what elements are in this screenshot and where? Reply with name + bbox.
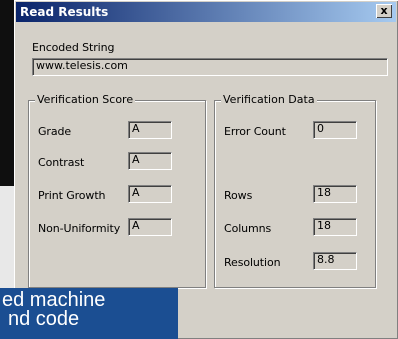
banner-line-1: ed machine — [2, 289, 106, 311]
error-count-field[interactable]: 0 — [313, 121, 357, 139]
dialog-title: Read Results — [20, 5, 109, 19]
verification-data-legend: Verification Data — [221, 93, 317, 106]
caption-banner: ed machine nd code — [0, 288, 178, 339]
banner-line-2: nd code — [8, 308, 80, 330]
rows-label: Rows — [224, 189, 253, 202]
grade-label: Grade — [38, 125, 72, 138]
non-uniformity-label: Non-Uniformity — [38, 222, 121, 235]
contrast-label: Contrast — [38, 156, 85, 169]
error-count-label: Error Count — [224, 125, 286, 138]
grade-field[interactable]: A — [128, 121, 172, 139]
title-bar[interactable]: Read Results x — [16, 2, 396, 22]
columns-label: Columns — [224, 222, 272, 235]
resolution-label: Resolution — [224, 256, 281, 269]
resolution-field[interactable]: 8.8 — [313, 252, 357, 270]
background-dark-strip — [0, 0, 14, 186]
print-growth-field[interactable]: A — [128, 185, 172, 203]
non-uniformity-field[interactable]: A — [128, 218, 172, 236]
close-button[interactable]: x — [376, 4, 392, 18]
rows-field[interactable]: 18 — [313, 185, 357, 203]
print-growth-label: Print Growth — [38, 189, 106, 202]
encoded-string-field[interactable]: www.telesis.com — [32, 58, 388, 76]
columns-field[interactable]: 18 — [313, 218, 357, 236]
contrast-field[interactable]: A — [128, 152, 172, 170]
encoded-string-label: Encoded String — [32, 41, 115, 54]
verification-score-legend: Verification Score — [35, 93, 136, 106]
